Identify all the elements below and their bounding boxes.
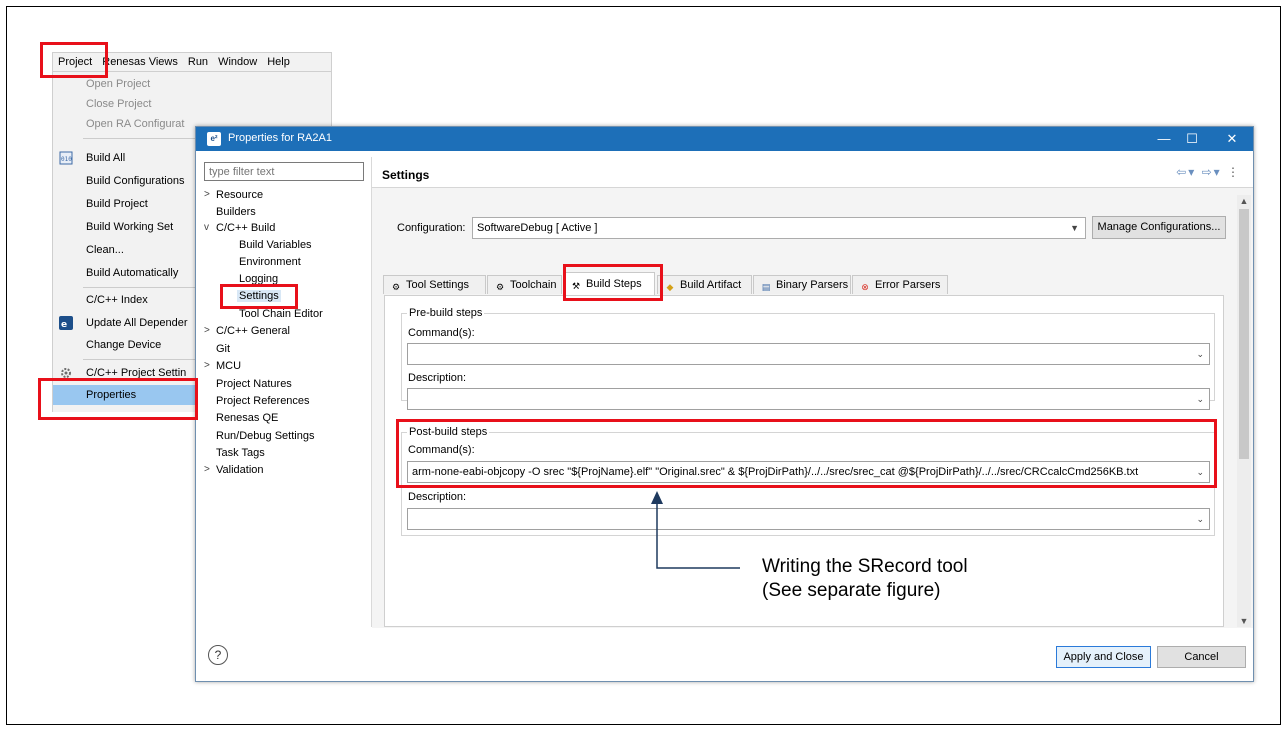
annotation-line-1: Writing the SRecord tool xyxy=(762,556,968,577)
annotation-line-2: (See separate figure) xyxy=(762,580,941,601)
annotation-arrow xyxy=(651,491,740,569)
annotation-note: Writing the SRecord tool (See separate f… xyxy=(762,555,968,603)
